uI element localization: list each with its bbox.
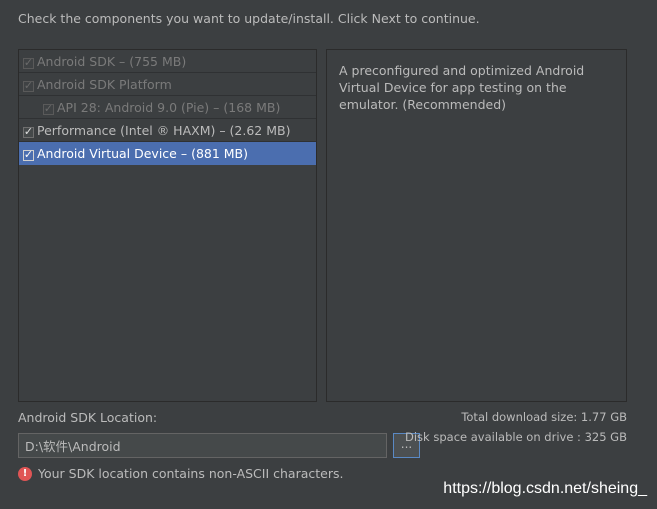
description-panel: A preconfigured and optimized Android Vi…: [326, 49, 627, 402]
error-icon: !: [18, 466, 32, 481]
checkmark-icon: ✓: [23, 147, 34, 161]
component-checkbox[interactable]: ✓: [23, 147, 34, 161]
disk-space-available: Disk space available on drive : 325 GB: [405, 430, 627, 444]
component-row[interactable]: ✓ API 28: Android 9.0 (Pie) – (168 MB): [19, 96, 316, 119]
component-label: Android Virtual Device – (881 MB): [37, 145, 249, 161]
checkmark-icon: ✓: [23, 124, 34, 138]
component-description: A preconfigured and optimized Android Vi…: [339, 63, 585, 112]
component-checkbox: ✓: [23, 55, 34, 69]
warning-message: ! Your SDK location contains non-ASCII c…: [18, 466, 343, 481]
components-tree[interactable]: ✓ Android SDK – (755 MB) ✓ Android SDK Plat…: [18, 49, 317, 402]
warning-text: Your SDK location contains non-ASCII cha…: [38, 466, 344, 481]
checkmark-icon: ✓: [43, 101, 54, 115]
checkmark-icon: ✓: [23, 55, 34, 69]
sdk-location-input[interactable]: [18, 433, 387, 458]
total-download-size: Total download size: 1.77 GB: [461, 410, 627, 424]
component-row[interactable]: ✓ Performance (Intel ® HAXM) – (2.62 MB): [19, 119, 316, 142]
sdk-location-label: Android SDK Location:: [18, 410, 158, 425]
component-checkbox: ✓: [23, 78, 34, 92]
checkmark-icon: ✓: [23, 78, 34, 92]
instruction-text: Check the components you want to update/…: [18, 11, 480, 26]
watermark: https://blog.csdn.net/sheing_: [443, 480, 647, 497]
component-label: Performance (Intel ® HAXM) – (2.62 MB): [37, 122, 291, 138]
component-checkbox: ✓: [43, 101, 54, 115]
component-label: Android SDK – (755 MB): [37, 53, 187, 69]
component-row[interactable]: ✓ Android SDK – (755 MB): [19, 50, 316, 73]
component-checkbox[interactable]: ✓: [23, 124, 34, 138]
component-row[interactable]: ✓ Android SDK Platform: [19, 73, 316, 96]
component-label: Android SDK Platform: [37, 76, 172, 92]
component-row[interactable]: ✓ Android Virtual Device – (881 MB): [19, 142, 316, 165]
component-label: API 28: Android 9.0 (Pie) – (168 MB): [57, 99, 281, 115]
